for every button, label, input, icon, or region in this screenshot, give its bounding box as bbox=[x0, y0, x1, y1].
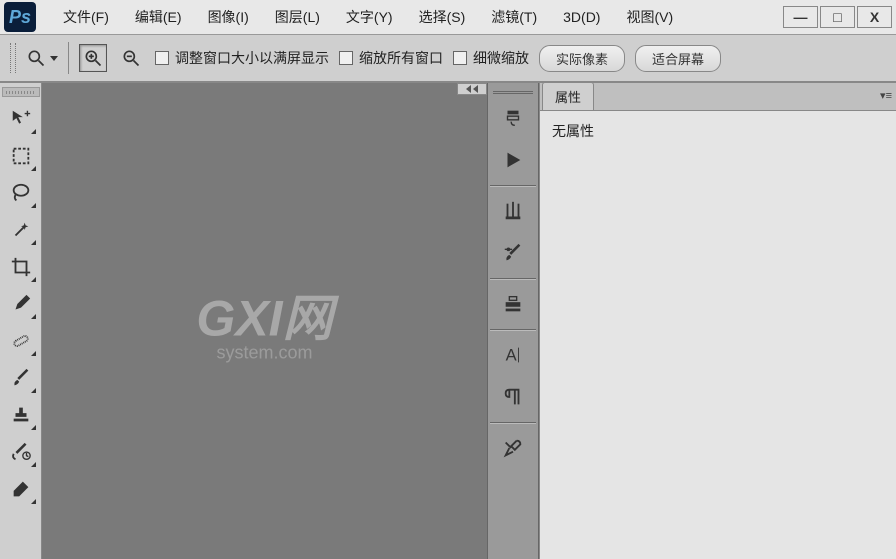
tools-icon bbox=[502, 437, 524, 459]
brush-tool[interactable] bbox=[4, 361, 38, 395]
clone-source-icon bbox=[502, 293, 524, 315]
stamp-tool[interactable] bbox=[4, 398, 38, 432]
toolbox-grip[interactable] bbox=[2, 87, 40, 97]
stamp-icon bbox=[10, 404, 32, 426]
bandaid-icon bbox=[10, 330, 32, 352]
zoom-tool-indicator[interactable] bbox=[26, 48, 58, 68]
watermark-main: GXI网 bbox=[196, 291, 332, 347]
resize-to-fit-checkbox[interactable]: 调整窗口大小以满屏显示 bbox=[155, 48, 329, 68]
move-tool[interactable] bbox=[4, 102, 38, 136]
svg-text:A: A bbox=[506, 347, 517, 365]
crop-icon bbox=[10, 256, 32, 278]
dropdown-arrow-icon bbox=[50, 56, 58, 61]
zoom-in-icon bbox=[83, 48, 103, 68]
scrubby-zoom-label: 细微缩放 bbox=[473, 48, 529, 68]
maximize-button[interactable]: □ bbox=[820, 6, 855, 28]
menu-type[interactable]: 文字(Y) bbox=[336, 3, 403, 31]
eyedropper-tool[interactable] bbox=[4, 287, 38, 321]
divider bbox=[490, 278, 536, 279]
fit-screen-button[interactable]: 适合屏幕 bbox=[635, 45, 721, 72]
divider bbox=[490, 185, 536, 186]
history-panel-button[interactable] bbox=[491, 99, 535, 137]
lasso-icon bbox=[10, 182, 32, 204]
actions-panel-button[interactable] bbox=[491, 141, 535, 179]
separator bbox=[68, 42, 69, 74]
scrubby-zoom-checkbox[interactable]: 细微缩放 bbox=[453, 48, 529, 68]
brush-presets-panel-button[interactable] bbox=[491, 234, 535, 272]
divider bbox=[490, 422, 536, 423]
zoom-out-button[interactable] bbox=[117, 44, 145, 72]
checkbox-icon bbox=[453, 51, 467, 65]
window-controls: — □ X bbox=[783, 6, 892, 28]
panel-tab-bar: 属性 ▾≡ bbox=[540, 83, 896, 111]
history-brush-icon bbox=[10, 441, 32, 463]
ps-logo-text: Ps bbox=[9, 7, 31, 28]
minimize-button[interactable]: — bbox=[783, 6, 818, 28]
zoom-out-icon bbox=[121, 48, 141, 68]
character-icon: A bbox=[502, 344, 524, 366]
collapsed-panel-strip: A bbox=[487, 83, 539, 559]
brush-icon bbox=[10, 367, 32, 389]
watermark-sub: system.com bbox=[196, 343, 332, 364]
menu-image[interactable]: 图像(I) bbox=[198, 3, 259, 31]
clone-source-panel-button[interactable] bbox=[491, 285, 535, 323]
menu-3d[interactable]: 3D(D) bbox=[553, 5, 610, 29]
no-properties-text: 无属性 bbox=[552, 123, 594, 139]
menu-view[interactable]: 视图(V) bbox=[616, 3, 683, 31]
ps-logo[interactable]: Ps bbox=[4, 2, 36, 32]
resize-to-fit-label: 调整窗口大小以满屏显示 bbox=[175, 48, 329, 68]
play-icon bbox=[502, 149, 524, 171]
lasso-tool[interactable] bbox=[4, 176, 38, 210]
panel-menu-button[interactable]: ▾≡ bbox=[880, 89, 892, 102]
checkbox-icon bbox=[155, 51, 169, 65]
magic-wand-tool[interactable] bbox=[4, 213, 38, 247]
history-icon bbox=[502, 107, 524, 129]
tool-presets-panel-button[interactable] bbox=[491, 429, 535, 467]
menu-file[interactable]: 文件(F) bbox=[53, 3, 119, 31]
move-icon bbox=[10, 108, 32, 130]
menu-edit[interactable]: 编辑(E) bbox=[125, 3, 192, 31]
crop-tool[interactable] bbox=[4, 250, 38, 284]
menu-layer[interactable]: 图层(L) bbox=[265, 3, 330, 31]
tab-properties[interactable]: 属性 bbox=[542, 82, 594, 110]
divider bbox=[490, 329, 536, 330]
eraser-icon bbox=[10, 478, 32, 500]
wand-icon bbox=[10, 219, 32, 241]
zoom-all-label: 缩放所有窗口 bbox=[359, 48, 443, 68]
zoom-in-button[interactable] bbox=[79, 44, 107, 72]
brush-preset-icon bbox=[502, 242, 524, 264]
healing-tool[interactable] bbox=[4, 324, 38, 358]
paragraph-icon bbox=[502, 386, 524, 408]
toolbox bbox=[0, 83, 42, 559]
collapse-panels-button[interactable] bbox=[457, 83, 487, 95]
properties-panel: 属性 ▾≡ 无属性 bbox=[539, 83, 896, 559]
menubar: Ps 文件(F) 编辑(E) 图像(I) 图层(L) 文字(Y) 选择(S) 滤… bbox=[0, 0, 896, 35]
character-panel-button[interactable]: A bbox=[491, 336, 535, 374]
marquee-tool[interactable] bbox=[4, 139, 38, 173]
magnifier-icon bbox=[26, 48, 46, 68]
menu-filter[interactable]: 滤镜(T) bbox=[481, 3, 547, 31]
checkbox-icon bbox=[339, 51, 353, 65]
eyedropper-icon bbox=[10, 293, 32, 315]
paragraph-panel-button[interactable] bbox=[491, 378, 535, 416]
marquee-icon bbox=[10, 145, 32, 167]
strip-grip[interactable] bbox=[489, 87, 537, 97]
options-bar: 调整窗口大小以满屏显示 缩放所有窗口 细微缩放 实际像素 适合屏幕 bbox=[0, 35, 896, 83]
brushes-icon bbox=[502, 200, 524, 222]
properties-panel-body: 无属性 bbox=[540, 111, 896, 559]
brushes-panel-button[interactable] bbox=[491, 192, 535, 230]
main-area: GXI网 system.com A 属性 ▾≡ 无属性 bbox=[0, 83, 896, 559]
close-button[interactable]: X bbox=[857, 6, 892, 28]
watermark: GXI网 system.com bbox=[196, 279, 332, 364]
menu-select[interactable]: 选择(S) bbox=[409, 3, 476, 31]
eraser-tool[interactable] bbox=[4, 472, 38, 506]
history-brush-tool[interactable] bbox=[4, 435, 38, 469]
zoom-all-checkbox[interactable]: 缩放所有窗口 bbox=[339, 48, 443, 68]
actual-pixels-button[interactable]: 实际像素 bbox=[539, 45, 625, 72]
canvas-area: GXI网 system.com bbox=[42, 83, 487, 559]
options-grip[interactable] bbox=[10, 43, 16, 73]
